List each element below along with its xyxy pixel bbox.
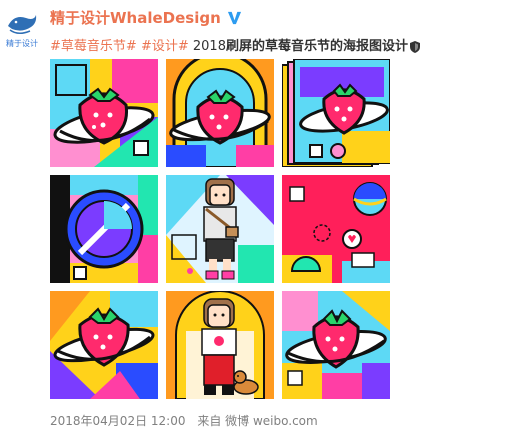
post-year: 2018 [192,39,226,54]
image-thumb-2[interactable] [166,59,274,167]
image-thumb-8[interactable] [166,291,274,399]
strawberry-planet-poster-3 [50,291,158,399]
strawberry-planet-poster-4 [282,291,390,399]
image-thumb-1[interactable] [50,59,158,167]
avatar-caption: 精于设计 [6,39,38,48]
source-app-link[interactable]: 微博 weibo.com [225,414,318,428]
post-text: #草莓音乐节# #设计# 2018刷屏的草莓音乐节的海报图设计 [50,35,420,54]
image-grid [50,59,390,399]
girl-with-dog-poster [166,291,274,399]
strawberry-planet-poster-1 [50,59,158,167]
shield-emoji-icon [409,40,420,53]
image-thumb-9[interactable] [282,291,390,399]
geometric-shapes-poster [282,175,390,283]
whale-logo-icon [8,15,37,34]
hashtag-strawberry-festival[interactable]: #草莓音乐节# [50,39,137,54]
image-thumb-6[interactable] [282,175,390,283]
image-thumb-7[interactable] [50,291,158,399]
hashtag-design[interactable]: #设计# [141,39,189,54]
user-name-link[interactable]: 精于设计WhaleDesign [50,7,221,28]
post-headline: 刷屏的草莓音乐节的海报图设计 [225,39,408,54]
image-thumb-5[interactable] [166,175,274,283]
image-thumb-4[interactable] [50,175,158,283]
user-header: 精于设计WhaleDesign [50,7,242,27]
strawberry-planet-poster-stack [282,59,390,167]
source-prefix: 来自 [197,414,222,428]
strawberry-planet-poster-2 [166,59,274,167]
avatar[interactable] [4,6,40,42]
image-thumb-3[interactable] [282,59,390,167]
post-timestamp[interactable]: 2018年04月02日 12:00 [50,414,185,428]
verified-icon[interactable] [227,10,242,25]
girl-with-bag-poster [166,175,274,283]
geometric-circle-poster [50,175,158,283]
post-meta: 2018年04月02日 12:00 来自 微博 weibo.com [50,412,318,429]
